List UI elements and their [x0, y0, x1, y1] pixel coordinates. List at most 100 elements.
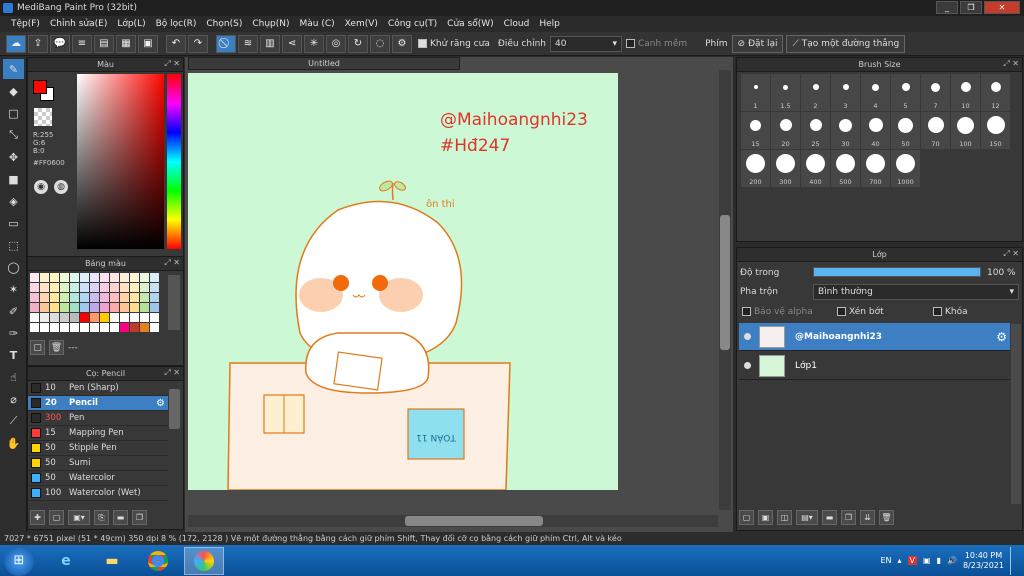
brush-size-cell[interactable]: 100 — [951, 112, 980, 149]
lock-checkbox[interactable] — [933, 307, 942, 316]
menu-view[interactable]: Xem(V) — [340, 19, 383, 29]
new-layer-1bit-icon[interactable]: ◫ — [777, 510, 792, 525]
antialias-checkbox[interactable] — [418, 38, 427, 48]
hand-tool-icon[interactable]: ✋ — [3, 433, 24, 453]
palette-swatch[interactable] — [110, 303, 119, 312]
medibang-paint-icon[interactable] — [184, 546, 224, 575]
palette-swatch[interactable] — [110, 313, 119, 322]
palette-swatch[interactable] — [90, 283, 99, 292]
rect-tool-icon[interactable]: □ — [3, 103, 24, 123]
palette-swatch[interactable] — [40, 283, 49, 292]
menu-edit[interactable]: Chỉnh sửa(E) — [45, 19, 112, 29]
palette-swatch[interactable] — [90, 293, 99, 302]
palette-swatch[interactable] — [50, 323, 59, 332]
brush-size-cell[interactable]: 40 — [861, 112, 890, 149]
network-icon[interactable]: ▮ — [937, 556, 941, 565]
brush-size-cell[interactable]: 700 — [861, 150, 890, 187]
brush-size-cell[interactable]: 2 — [801, 74, 830, 111]
dot-tool-icon[interactable]: ⤡ — [3, 125, 24, 145]
panel-close-icon[interactable]: ⤢ ✕ — [1003, 249, 1019, 259]
start-button-windows-icon[interactable]: ⊞ — [4, 545, 34, 576]
canvas-horizontal-scroll-thumb[interactable] — [405, 516, 543, 526]
trash-icon[interactable]: 🗑 — [879, 510, 894, 525]
palette-swatch[interactable] — [70, 303, 79, 312]
palette-swatch[interactable] — [80, 313, 89, 322]
drawing-canvas[interactable]: @Maihoangnhi23 #Hđ247 ôn thi TOÁN 11 — [188, 73, 618, 490]
file-explorer-icon[interactable]: ▬ — [92, 547, 132, 575]
menu-color[interactable]: Màu (C) — [295, 19, 340, 29]
settings-icon[interactable]: ⚙ — [392, 34, 412, 53]
menu-snap[interactable]: Chụp(N) — [247, 19, 294, 29]
brush-item[interactable]: 300 Pen — [28, 411, 168, 426]
brush-size-cell[interactable]: 50 — [891, 112, 920, 149]
palette-swatch[interactable] — [140, 273, 149, 282]
brush-item[interactable]: 20 Pencil ⚙ — [28, 396, 168, 411]
palette-swatch[interactable] — [50, 313, 59, 322]
new-layer-8bit-icon[interactable]: ▣ — [758, 510, 773, 525]
brush-size-cell[interactable]: 1 — [741, 74, 770, 111]
brush-item[interactable]: 50 Stipple Pen — [28, 441, 168, 456]
palette-swatch[interactable] — [60, 283, 69, 292]
merge-layer-icon[interactable]: ⇊ — [860, 510, 875, 525]
snap-soft-checkbox[interactable] — [625, 38, 635, 48]
layer-menu-icon[interactable]: ▤▾ — [796, 510, 818, 525]
text-icon[interactable]: ≡ — [72, 34, 92, 53]
palette-swatch[interactable] — [150, 273, 159, 282]
palette-scrollbar[interactable] — [168, 275, 180, 330]
palette-swatch[interactable] — [120, 273, 129, 282]
operation-tool-icon[interactable]: ☝ — [3, 367, 24, 387]
palette-swatch[interactable] — [70, 283, 79, 292]
add-brush-icon[interactable]: ✚ — [30, 510, 45, 525]
palette-swatch[interactable] — [100, 323, 109, 332]
palette-icon[interactable]: ◉ — [34, 180, 48, 194]
palette-swatch[interactable] — [140, 283, 149, 292]
palette-swatch[interactable] — [50, 283, 59, 292]
page-icon[interactable]: ▤ — [94, 34, 114, 53]
palette-swatch[interactable] — [80, 303, 89, 312]
brush-size-cell[interactable]: 15 — [741, 112, 770, 149]
ellipse-snap-icon[interactable]: ◌ — [370, 34, 390, 53]
palette-swatch[interactable] — [70, 293, 79, 302]
select-eraser-tool-icon[interactable]: ✑ — [3, 323, 24, 343]
palette-swatch[interactable] — [140, 313, 149, 322]
palette-swatch[interactable] — [30, 303, 39, 312]
cloud-icon[interactable]: ☁ — [6, 34, 26, 53]
palette-swatch[interactable] — [130, 303, 139, 312]
palette-swatch[interactable] — [70, 273, 79, 282]
brush-settings-gear-icon[interactable]: ⚙ — [156, 398, 165, 409]
panel-close-icon[interactable]: ⤢ ✕ — [164, 368, 180, 378]
palette-swatch[interactable] — [70, 323, 79, 332]
language-indicator[interactable]: EN — [880, 556, 891, 565]
brush-size-cell[interactable]: 300 — [771, 150, 800, 187]
palette-swatch[interactable] — [90, 273, 99, 282]
palette-swatch[interactable] — [100, 313, 109, 322]
clipping-checkbox[interactable] — [837, 307, 846, 316]
brush-size-cell[interactable]: 1.5 — [771, 74, 800, 111]
select-tool-icon[interactable]: ⬚ — [3, 235, 24, 255]
palette-swatch[interactable] — [110, 293, 119, 302]
parallel-snap-icon[interactable]: ≋ — [238, 34, 258, 53]
show-desktop-button[interactable] — [1010, 546, 1018, 575]
palette-swatch[interactable] — [30, 323, 39, 332]
text-tool-icon[interactable]: T — [3, 345, 24, 365]
palette-swatch[interactable] — [130, 323, 139, 332]
palette-swatch[interactable] — [110, 323, 119, 332]
lasso-tool-icon[interactable]: ◯ — [3, 257, 24, 277]
foreground-color-swatch[interactable] — [33, 80, 47, 94]
brush-size-cell[interactable]: 12 — [981, 74, 1010, 111]
restore-button[interactable]: ❐ — [960, 1, 982, 14]
palette-swatch[interactable] — [120, 293, 129, 302]
circle-snap-icon[interactable]: ◎ — [326, 34, 346, 53]
brush-size-cell[interactable]: 25 — [801, 112, 830, 149]
menu-cloud[interactable]: Cloud — [499, 19, 535, 29]
menu-select[interactable]: Chọn(S) — [201, 19, 247, 29]
new-brush-icon[interactable]: ▢ — [49, 510, 64, 525]
palette-swatch[interactable] — [40, 273, 49, 282]
menu-filter[interactable]: Bộ lọc(R) — [151, 19, 202, 29]
brush-copy-icon[interactable]: ⎘ — [94, 510, 109, 525]
palette-swatch[interactable] — [150, 303, 159, 312]
palette-swatch[interactable] — [60, 273, 69, 282]
internet-explorer-icon[interactable]: e — [46, 547, 86, 575]
brush-size-cell[interactable]: 1000 — [891, 150, 920, 187]
palette-swatch[interactable] — [120, 283, 129, 292]
